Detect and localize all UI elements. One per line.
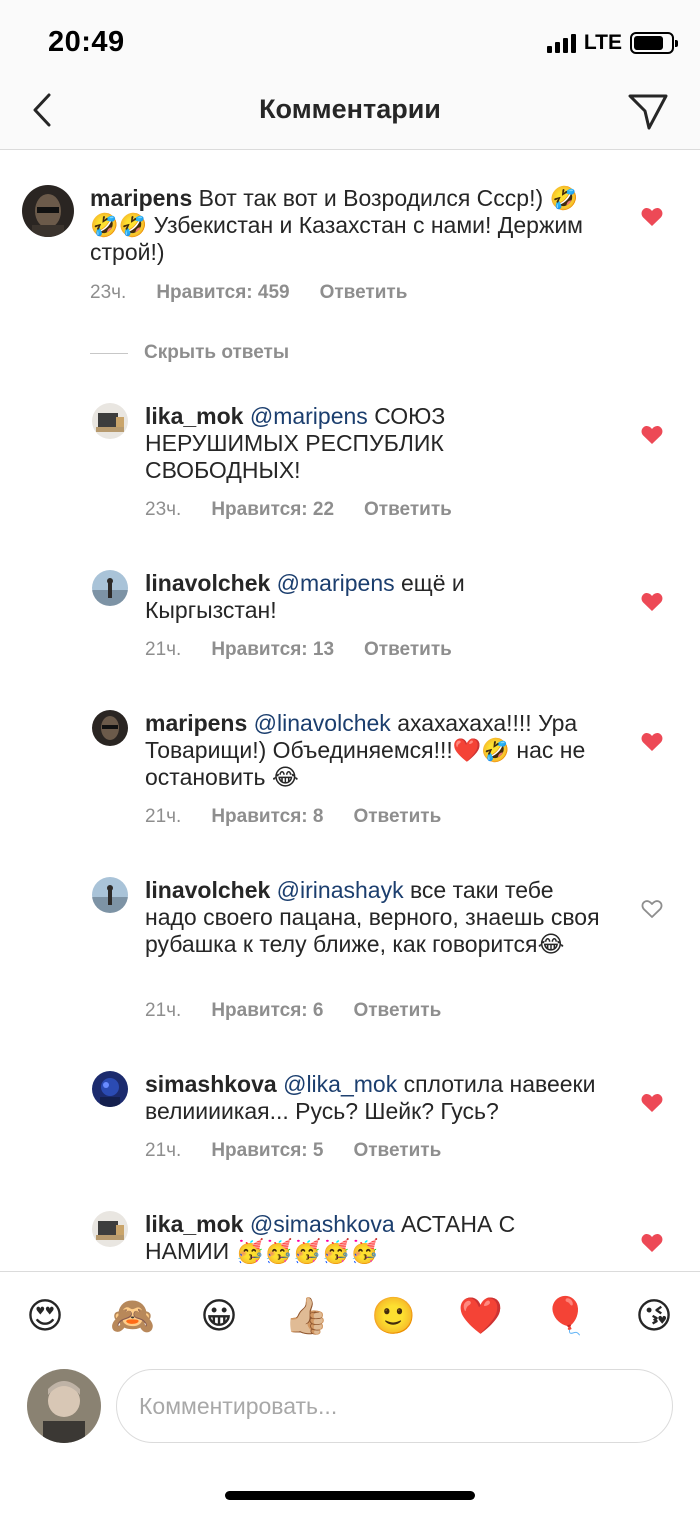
reply-mention[interactable]: @maripens	[277, 570, 395, 596]
status-indicators: LTE	[546, 30, 678, 56]
emoji-quick-bar: 😍 🙈 😀 👍🏼 🙂 ❤️ 🎈 😘	[0, 1271, 700, 1361]
like-button[interactable]	[640, 205, 664, 229]
reply-mention[interactable]: @maripens	[250, 403, 368, 429]
heart-icon	[641, 208, 663, 226]
reply-time: 21ч.	[145, 1140, 182, 1161]
reply-mention[interactable]: @linavolchek	[254, 710, 391, 736]
signal-icon	[546, 33, 576, 53]
heart-icon	[641, 733, 663, 751]
heart-outline-icon	[641, 900, 663, 918]
likes-count[interactable]: Нравится: 8	[211, 806, 323, 828]
comment-input[interactable]	[116, 1369, 673, 1443]
likes-count[interactable]: Нравится: 6	[211, 1000, 323, 1022]
likes-count[interactable]: Нравится: 459	[156, 282, 289, 304]
reply-button[interactable]: Ответить	[353, 806, 441, 828]
emoji-see-no-evil-button[interactable]: 🙈	[110, 1294, 155, 1338]
avatar[interactable]	[92, 877, 128, 913]
reply-time: 21ч.	[145, 806, 182, 827]
reply-mention[interactable]: @simashkova	[250, 1211, 395, 1237]
avatar[interactable]	[92, 1071, 128, 1107]
comment-time: 23ч.	[90, 282, 127, 303]
reply-mention[interactable]: @irinashayk	[277, 877, 404, 903]
reply-username[interactable]: maripens	[145, 710, 247, 736]
reply-time: 21ч.	[145, 1000, 182, 1021]
likes-count[interactable]: Нравится: 5	[211, 1140, 323, 1162]
comment-meta: 23ч. Нравится: 459 Ответить	[90, 282, 407, 304]
avatar[interactable]	[92, 1211, 128, 1247]
reply-mention[interactable]: @lika_mok	[283, 1071, 397, 1097]
reply-time: 21ч.	[145, 639, 182, 660]
comments-list: maripens Вот так вот и Возродился Ссср!)…	[0, 151, 700, 1271]
heart-icon	[641, 593, 663, 611]
avatar[interactable]	[92, 570, 128, 606]
reply-username[interactable]: simashkova	[145, 1071, 277, 1097]
user-avatar	[27, 1369, 101, 1443]
paper-plane-icon	[628, 94, 668, 130]
comment-composer	[0, 1361, 700, 1514]
comment-username[interactable]: maripens	[90, 185, 192, 211]
home-indicator	[225, 1491, 475, 1500]
reply-username[interactable]: lika_mok	[145, 1211, 243, 1237]
reply-meta: 21ч. Нравится: 5 Ответить	[145, 1140, 441, 1162]
reply-username[interactable]: linavolchek	[145, 877, 270, 903]
avatar[interactable]	[22, 185, 74, 237]
emoji-heart-eyes-button[interactable]: 😍	[23, 1294, 67, 1338]
status-time: 20:49	[48, 26, 125, 58]
like-button[interactable]	[640, 1091, 664, 1115]
hide-replies-button[interactable]: Скрыть ответы	[90, 340, 289, 366]
reply-button[interactable]: Ответить	[353, 1000, 441, 1022]
emoji-balloon-button[interactable]: 🎈	[543, 1294, 588, 1338]
reply-button[interactable]: Ответить	[353, 1140, 441, 1162]
status-bar: 20:49 LTE	[0, 0, 700, 80]
page-title: Комментарии	[259, 94, 441, 124]
battery-icon	[630, 32, 678, 54]
emoji-grinning-button[interactable]: 😀	[197, 1294, 241, 1338]
hide-replies-label: Скрыть ответы	[144, 342, 290, 363]
share-button[interactable]	[626, 90, 670, 134]
emoji-red-heart-button[interactable]: ❤️	[458, 1294, 503, 1338]
like-button[interactable]	[640, 1231, 664, 1255]
top-area: 20:49 LTE Комментарии	[0, 0, 700, 150]
emoji-thumbs-up-button[interactable]: 👍🏼	[284, 1294, 329, 1338]
like-button[interactable]	[640, 897, 664, 921]
reply-button[interactable]: Ответить	[364, 499, 452, 521]
like-button[interactable]	[640, 730, 664, 754]
reply-time: 23ч.	[145, 499, 182, 520]
avatar[interactable]	[92, 403, 128, 439]
like-button[interactable]	[640, 590, 664, 614]
likes-count[interactable]: Нравится: 13	[211, 639, 334, 661]
heart-icon	[641, 1234, 663, 1252]
avatar[interactable]	[92, 710, 128, 746]
divider	[90, 352, 128, 354]
likes-count[interactable]: Нравится: 22	[211, 499, 334, 521]
reply-username[interactable]: lika_mok	[145, 403, 243, 429]
nav-bar: Комментарии	[0, 80, 700, 150]
like-button[interactable]	[640, 423, 664, 447]
reply-meta: 21ч. Нравится: 6 Ответить	[145, 1000, 441, 1022]
network-label: LTE	[583, 31, 622, 54]
reply-username[interactable]: linavolchek	[145, 570, 270, 596]
reply-meta: 23ч. Нравится: 22 Ответить	[145, 499, 452, 521]
reply-meta: 21ч. Нравится: 8 Ответить	[145, 806, 441, 828]
emoji-slight-smile-button[interactable]: 🙂	[371, 1294, 416, 1338]
heart-icon	[641, 1094, 663, 1112]
heart-icon	[641, 426, 663, 444]
reply-button[interactable]: Ответить	[364, 639, 452, 661]
reply-meta: 21ч. Нравится: 13 Ответить	[145, 639, 452, 661]
emoji-kiss-button[interactable]: 😘	[632, 1294, 676, 1338]
reply-button[interactable]: Ответить	[320, 282, 408, 304]
